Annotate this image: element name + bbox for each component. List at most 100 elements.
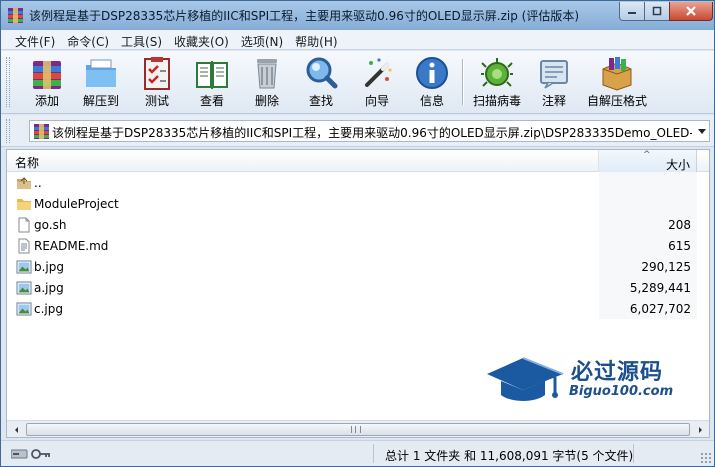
scroll-left-button[interactable] <box>8 422 25 437</box>
archive-icon <box>34 124 49 139</box>
scrollbar-grip-icon <box>351 426 361 433</box>
folder-up-icon <box>17 177 31 189</box>
toolbar-grip[interactable] <box>6 57 10 107</box>
file-size: 615 <box>668 239 691 253</box>
minimize-button[interactable] <box>619 2 645 21</box>
sort-ascending-icon: ^ <box>643 150 651 160</box>
status-separator <box>373 444 374 463</box>
sfx-box-icon <box>602 57 632 91</box>
status-bar: 总计 1 文件夹 和 11,608,091 字节(5 个文件) <box>1 440 714 466</box>
menu-favorites[interactable]: 收藏夹(O) <box>168 30 235 49</box>
file-size: 5,289,441 <box>629 281 691 295</box>
text-file-icon <box>18 238 30 254</box>
file-name: a.jpg <box>34 281 64 295</box>
address-bar-grip[interactable] <box>6 119 10 143</box>
resize-grip-icon[interactable] <box>700 452 712 464</box>
add-button[interactable]: 添加 <box>21 53 73 111</box>
info-button[interactable]: 信息 <box>406 53 458 111</box>
image-file-icon <box>16 302 32 316</box>
extract-to-label: 解压到 <box>82 94 119 108</box>
size-cell-bg <box>599 193 697 214</box>
winrar-window: 该例程是基于DSP28335芯片移植的IIC和SPI工程，主要用来驱动0.96寸… <box>0 0 715 467</box>
address-path: 该例程是基于DSP28335芯片移植的IIC和SPI工程，主要用来驱动0.96寸… <box>52 126 692 140</box>
magic-wand-icon <box>365 58 392 87</box>
chevron-right-icon <box>698 426 702 433</box>
image-file-icon <box>16 281 32 295</box>
info-label: 信息 <box>419 94 444 108</box>
size-cell-bg <box>599 172 697 193</box>
view-button[interactable]: 查看 <box>186 53 238 111</box>
watermark: 必过源码 Biguo100.com <box>483 350 703 414</box>
file-size: 290,125 <box>641 260 691 274</box>
horizontal-scrollbar[interactable] <box>7 420 709 437</box>
drive-key-icon <box>11 449 50 459</box>
menu-commands[interactable]: 命令(C) <box>61 30 115 49</box>
list-item[interactable]: go.sh 208 <box>7 214 709 235</box>
status-separator <box>633 444 634 463</box>
comment-button[interactable]: 注释 <box>528 53 580 111</box>
file-list: 名称 ^ 大小 .. ModuleProject go.sh 208 READM… <box>6 149 710 438</box>
test-button[interactable]: 测试 <box>131 53 183 111</box>
list-body: .. ModuleProject go.sh 208 README.md 615… <box>7 172 709 319</box>
add-label: 添加 <box>34 94 59 108</box>
watermark-url: Biguo100.com <box>569 384 674 399</box>
image-file-icon <box>16 260 32 274</box>
list-item[interactable]: README.md 615 <box>7 235 709 256</box>
delete-button[interactable]: 删除 <box>241 53 293 111</box>
chevron-left-icon <box>14 426 18 433</box>
toolbar: 添加 解压到 测试 查看 删除 查找 向导 信息 扫描病毒 注释 自解压格式 <box>1 51 714 114</box>
virus-bug-icon <box>481 58 513 87</box>
file-icon <box>18 217 30 233</box>
find-label: 查找 <box>308 94 333 108</box>
test-label: 测试 <box>144 94 169 108</box>
column-header-size[interactable]: ^ 大小 <box>599 150 697 172</box>
scrollbar-thumb[interactable] <box>26 423 690 436</box>
column-header-name[interactable]: 名称 <box>7 150 599 172</box>
comment-label: 注释 <box>541 94 566 108</box>
scan-virus-label: 扫描病毒 <box>472 94 521 108</box>
magnifier-icon <box>306 57 338 89</box>
menu-tools[interactable]: 工具(S) <box>115 30 168 49</box>
address-dropdown-icon[interactable] <box>698 129 706 134</box>
status-summary: 总计 1 文件夹 和 11,608,091 字节(5 个文件) <box>385 449 634 463</box>
close-icon <box>686 6 696 16</box>
wizard-button[interactable]: 向导 <box>351 53 403 111</box>
list-item[interactable]: a.jpg 5,289,441 <box>7 277 709 298</box>
list-header: 名称 ^ 大小 <box>7 150 709 172</box>
delete-label: 删除 <box>254 94 279 108</box>
sfx-button[interactable]: 自解压格式 <box>585 53 649 111</box>
address-bar: 该例程是基于DSP28335芯片移植的IIC和SPI工程，主要用来驱动0.96寸… <box>1 115 714 147</box>
extract-folder-icon <box>86 59 116 87</box>
maximize-icon <box>652 6 662 16</box>
scan-virus-button[interactable]: 扫描病毒 <box>469 53 525 111</box>
trash-icon <box>257 59 277 89</box>
column-size-label: 大小 <box>665 158 690 172</box>
list-item[interactable]: b.jpg 290,125 <box>7 256 709 277</box>
column-name-label: 名称 <box>15 156 40 170</box>
winrar-app-icon <box>8 8 23 23</box>
window-title: 该例程是基于DSP28335芯片移植的IIC和SPI工程，主要用来驱动0.96寸… <box>29 9 580 23</box>
list-item[interactable]: .. <box>7 172 709 193</box>
menu-file[interactable]: 文件(F) <box>9 30 61 49</box>
sfx-label: 自解压格式 <box>586 94 647 108</box>
graduation-cap-icon <box>487 357 564 401</box>
title-bar[interactable]: 该例程是基于DSP28335芯片移植的IIC和SPI工程，主要用来驱动0.96寸… <box>1 1 714 30</box>
minimize-icon <box>628 12 636 14</box>
view-label: 查看 <box>199 94 224 108</box>
extract-to-button[interactable]: 解压到 <box>75 53 127 111</box>
comment-note-icon <box>540 60 568 89</box>
file-name: go.sh <box>34 218 67 232</box>
close-button[interactable] <box>669 2 713 21</box>
address-field[interactable]: 该例程是基于DSP28335芯片移植的IIC和SPI工程，主要用来驱动0.96寸… <box>29 120 710 142</box>
scroll-right-button[interactable] <box>691 422 708 437</box>
maximize-button[interactable] <box>644 2 670 21</box>
file-name: b.jpg <box>34 260 64 274</box>
wizard-label: 向导 <box>364 94 389 108</box>
menu-options[interactable]: 选项(N) <box>235 30 289 49</box>
menu-help[interactable]: 帮助(H) <box>289 30 343 49</box>
find-button[interactable]: 查找 <box>295 53 347 111</box>
list-item[interactable]: c.jpg 6,027,702 <box>7 298 709 319</box>
file-name: README.md <box>34 239 109 253</box>
folder-icon <box>17 199 31 210</box>
list-item[interactable]: ModuleProject <box>7 193 709 214</box>
